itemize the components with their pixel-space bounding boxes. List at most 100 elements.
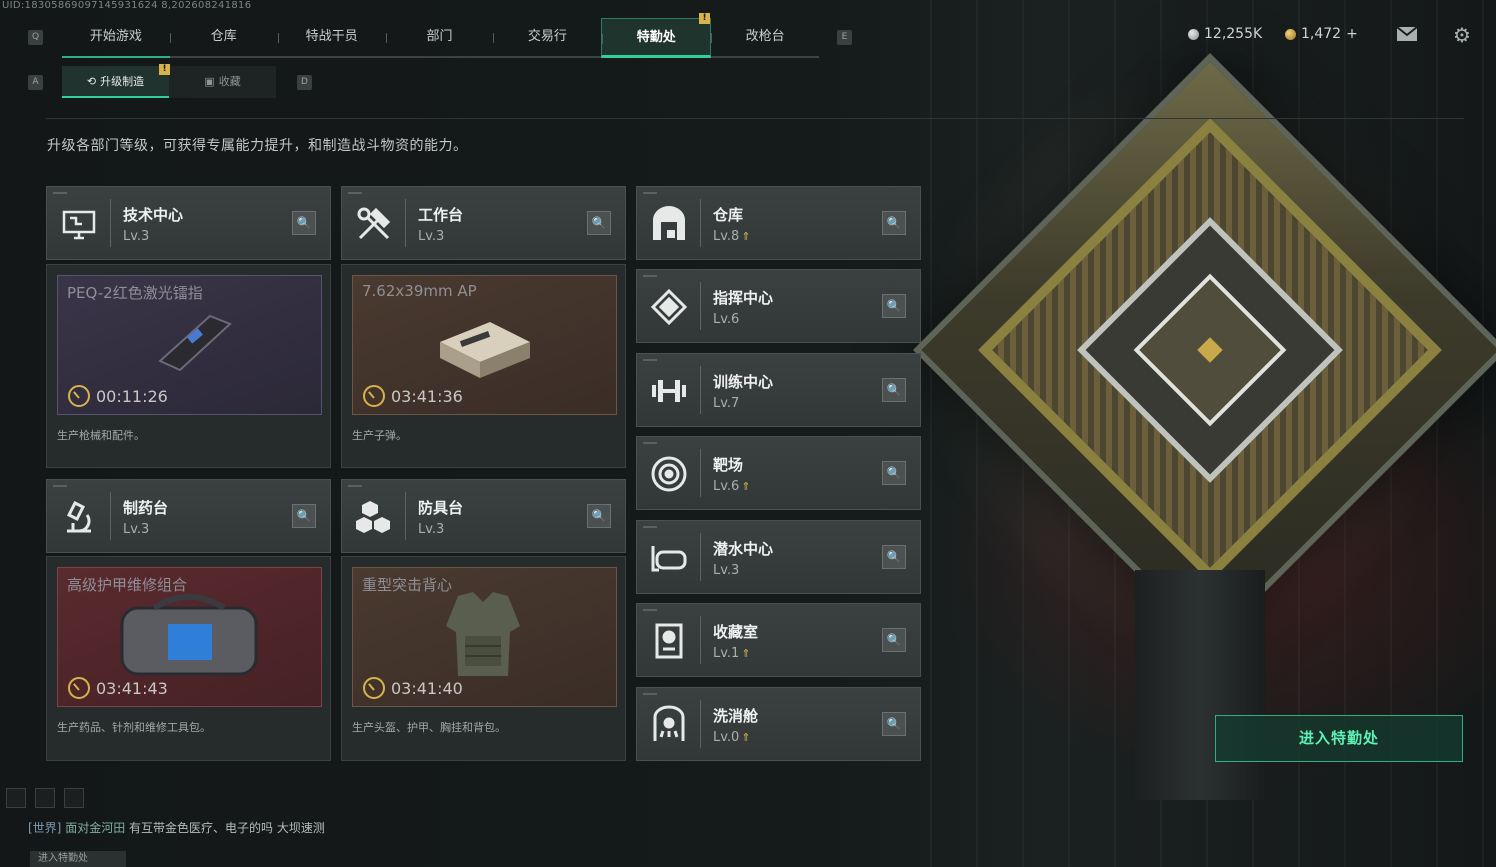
tab-trade[interactable]: 交易行 <box>493 18 601 56</box>
department-description: 生产子弹。 <box>352 429 407 442</box>
clock-icon <box>363 677 385 699</box>
gold-currency[interactable]: 1,472 + <box>1285 26 1358 42</box>
department-description: 生产头盔、护甲、胸挂和背包。 <box>352 721 506 734</box>
search-icon[interactable]: 🔍 <box>292 211 316 235</box>
quick-slot[interactable] <box>35 788 55 808</box>
search-icon[interactable]: 🔍 <box>882 211 906 235</box>
subtab-collection[interactable]: ▣ 收藏 <box>169 66 276 98</box>
search-icon[interactable]: 🔍 <box>587 504 611 528</box>
search-icon[interactable]: 🔍 <box>882 628 906 652</box>
tab-gunsmith[interactable]: 改枪台 <box>711 18 819 56</box>
mail-icon[interactable] <box>1394 22 1420 48</box>
silver-amount: 12,255K <box>1204 26 1263 42</box>
department-name: 指挥中心 <box>713 289 774 307</box>
upgrade-craft-badge: ! <box>159 64 170 75</box>
key-hint-a: A <box>28 75 43 90</box>
key-hint-q: Q <box>28 30 43 45</box>
production-slot-armor-bench[interactable]: 重型突击背心 03:41:40 生产头盔、护甲、胸挂和背包。 <box>341 556 626 761</box>
department-level: Lv.8 <box>713 229 740 244</box>
display-case-icon <box>649 621 689 661</box>
department-level-row: Lv.0 ⇑ <box>713 730 751 745</box>
production-item[interactable]: 重型突击背心 03:41:40 <box>352 567 617 707</box>
production-timer-value: 03:41:40 <box>391 678 463 698</box>
department-level: Lv.6 <box>713 312 740 327</box>
department-level: Lv.1 <box>713 646 740 661</box>
department-card-command-center[interactable]: 指挥中心 Lv.6 🔍 <box>636 269 921 343</box>
department-name: 收藏室 <box>713 623 759 641</box>
dumbbell-icon <box>649 371 689 411</box>
department-level: Lv.3 <box>123 229 150 244</box>
production-slot-workbench[interactable]: 7.62x39mm AP 03:41:36 生产子弹。 <box>341 264 626 468</box>
tab-operators[interactable]: 特战干员 <box>277 18 386 56</box>
target-icon <box>649 454 689 494</box>
search-icon[interactable]: 🔍 <box>882 545 906 569</box>
cube-pillar-art <box>1135 570 1265 800</box>
enter-special-ops-button[interactable]: 进入特勤处 <box>1215 715 1463 762</box>
quick-slot[interactable] <box>6 788 26 808</box>
production-item[interactable]: PEQ-2红色激光镭指 00:11:26 <box>57 275 322 415</box>
upgrade-icon: ⟲ <box>86 75 97 88</box>
department-card-training-center[interactable]: 训练中心 Lv.7 🔍 <box>636 353 921 427</box>
repair-kit-bag-art <box>120 594 258 676</box>
department-name: 工作台 <box>418 206 464 224</box>
warehouse-icon <box>649 204 689 244</box>
department-card-armor-bench[interactable]: 防具台 Lv.3 🔍 <box>341 479 626 553</box>
chat-user[interactable]: 面对金河田 <box>65 821 125 835</box>
top-navigation: 开始游戏 仓库 特战干员 部门 交易行 特勤处 改枪台 <box>62 18 819 58</box>
department-card-workbench[interactable]: 工作台 Lv.3 🔍 <box>341 186 626 260</box>
department-name: 训练中心 <box>713 373 774 391</box>
department-card-pharmacy[interactable]: 制药台 Lv.3 🔍 <box>46 479 331 553</box>
department-description: 生产药品、针剂和维修工具包。 <box>57 721 211 734</box>
search-icon[interactable]: 🔍 <box>882 461 906 485</box>
chat-message: 有互带金色医疗、电子的吗 大坝速测 <box>129 821 325 835</box>
gold-amount: 1,472 <box>1301 26 1342 42</box>
production-timer-value: 03:41:36 <box>391 386 463 406</box>
production-slot-pharmacy[interactable]: 高级护甲维修组合 03:41:43 生产药品、针剂和维修工具包。 <box>46 556 331 761</box>
department-card-shooting-range[interactable]: 靶场 Lv.6 ⇑ 🔍 <box>636 436 921 510</box>
department-card-warehouse[interactable]: 仓库 Lv.8 ⇑ 🔍 <box>636 186 921 260</box>
assault-vest-art <box>446 592 520 676</box>
search-icon[interactable]: 🔍 <box>882 712 906 736</box>
search-icon[interactable]: 🔍 <box>882 294 906 318</box>
tab-start-game[interactable]: 开始游戏 <box>62 18 170 58</box>
subtab-upgrade-craft[interactable]: ⟲ 升级制造 <box>62 66 169 98</box>
department-level-row: Lv.1 ⇑ <box>713 646 751 661</box>
chat-channel: [世界] <box>28 821 62 835</box>
search-icon[interactable]: 🔍 <box>882 378 906 402</box>
add-gold-button[interactable]: + <box>1346 26 1358 42</box>
department-card-tech-center[interactable]: 技术中心 Lv.3 🔍 <box>46 186 331 260</box>
production-slot-tech-center[interactable]: PEQ-2红色激光镭指 00:11:26 生产枪械和配件。 <box>46 264 331 468</box>
upgrade-arrow-icon: ⇑ <box>741 647 751 660</box>
bottom-enter-button[interactable]: 进入特勤处 <box>30 851 126 867</box>
computer-icon <box>59 204 99 244</box>
search-icon[interactable]: 🔍 <box>587 211 611 235</box>
department-card-diving-center[interactable]: 潜水中心 Lv.3 🔍 <box>636 520 921 594</box>
tab-departments[interactable]: 部门 <box>385 18 494 56</box>
department-card-collection-room[interactable]: 收藏室 Lv.1 ⇑ 🔍 <box>636 603 921 677</box>
silver-coin-icon <box>1188 28 1199 40</box>
clock-icon <box>68 677 90 699</box>
production-item[interactable]: 7.62x39mm AP 03:41:36 <box>352 275 617 415</box>
search-icon[interactable]: 🔍 <box>292 504 316 528</box>
production-timer-value: 00:11:26 <box>96 386 168 406</box>
department-level: Lv.3 <box>418 522 445 537</box>
microscope-icon <box>59 497 99 537</box>
boxes-icon <box>354 497 394 537</box>
collection-icon: ▣ <box>204 75 215 88</box>
department-level: Lv.3 <box>713 563 740 578</box>
production-timer: 03:41:36 <box>363 385 463 407</box>
tab-special-ops[interactable]: 特勤处 <box>601 18 712 58</box>
production-timer: 03:41:40 <box>363 677 463 699</box>
production-item-name: PEQ-2红色激光镭指 <box>67 284 203 302</box>
ammo-box-art <box>440 322 530 378</box>
chip-icon <box>649 287 689 327</box>
settings-gear-icon[interactable]: ⚙ <box>1449 22 1475 48</box>
production-item[interactable]: 高级护甲维修组合 03:41:43 <box>57 567 322 707</box>
department-card-decontamination[interactable]: 洗消舱 Lv.0 ⇑ 🔍 <box>636 687 921 761</box>
uid-text: UID:18305869097145931624 8,202608241816 <box>2 0 252 11</box>
world-chat-line[interactable]: [世界] 面对金河田 有互带金色医疗、电子的吗 大坝速测 <box>28 819 325 836</box>
department-name: 潜水中心 <box>713 540 774 558</box>
tab-warehouse[interactable]: 仓库 <box>169 18 278 56</box>
quick-slot[interactable] <box>64 788 84 808</box>
special-ops-badge: ! <box>699 13 710 24</box>
